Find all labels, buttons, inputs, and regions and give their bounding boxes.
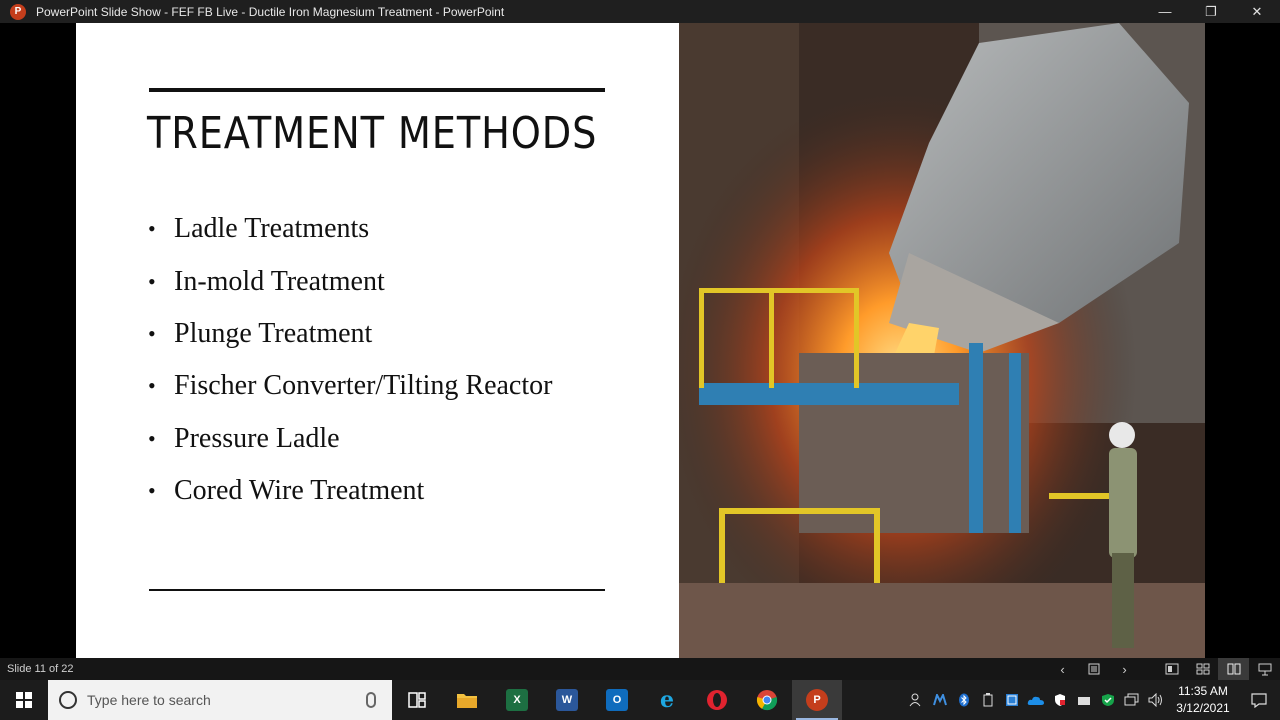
taskbar-clock[interactable]: 11:35 AM 3/12/2021 (1168, 683, 1238, 717)
opera-button[interactable] (692, 680, 742, 720)
internet-explorer-button[interactable]: e (642, 680, 692, 720)
chrome-icon (756, 690, 778, 711)
network-icon[interactable] (1120, 680, 1144, 720)
window-title-bar: P PowerPoint Slide Show - FEF FB Live - … (0, 0, 1280, 23)
bullet-text: In-mold Treatment (174, 265, 385, 297)
slide-canvas[interactable]: TREATMENT METHODS • Ladle Treatments • In-… (76, 23, 1205, 658)
notification-icon (1251, 692, 1267, 708)
close-button[interactable]: ✕ (1234, 0, 1280, 23)
bullet-marker: • (148, 216, 156, 242)
bullet-list: • Ladle Treatments • In-mold Treatment • Pl… (148, 203, 552, 517)
bullet-item: • In-mold Treatment (148, 255, 552, 307)
bullet-item: • Cored Wire Treatment (148, 465, 552, 517)
title-top-rule (149, 88, 605, 92)
foundry-photo-illustration (679, 23, 1205, 658)
word-button[interactable]: W (542, 680, 592, 720)
minimize-button[interactable]: — (1142, 0, 1188, 23)
bullet-text: Ladle Treatments (174, 213, 370, 245)
clock-time: 11:35 AM (1178, 684, 1228, 698)
word-icon: W (556, 689, 578, 711)
normal-view-icon[interactable] (1156, 658, 1187, 680)
people-icon[interactable] (904, 680, 928, 720)
taskbar-search-box[interactable]: Type here to search (48, 680, 392, 720)
bullet-item: • Plunge Treatment (148, 308, 552, 360)
windows-logo-icon (16, 692, 32, 708)
excel-button[interactable]: X (492, 680, 542, 720)
foundry-ladle-photo (679, 23, 1205, 658)
restore-button[interactable]: ❐ (1188, 0, 1234, 23)
next-slide-button[interactable]: › (1109, 658, 1140, 680)
clock-date: 3/12/2021 (1176, 701, 1230, 715)
bullet-marker: • (148, 268, 156, 294)
folder-icon (457, 694, 477, 708)
defender-check-icon[interactable] (1096, 680, 1120, 720)
bullet-text: Cored Wire Treatment (174, 475, 425, 507)
chrome-button[interactable] (742, 680, 792, 720)
bluetooth-icon[interactable] (952, 680, 976, 720)
slide-title: TREATMENT METHODS (147, 108, 598, 159)
powerpoint-app-icon: P (10, 3, 26, 20)
slideshow-view-icon[interactable] (1249, 658, 1280, 680)
system-tray: 11:35 AM 3/12/2021 (904, 680, 1280, 720)
microphone-icon[interactable] (366, 692, 376, 708)
action-center-button[interactable] (1238, 680, 1280, 720)
bullet-marker: • (148, 320, 156, 346)
bullet-text: Pressure Ladle (174, 422, 340, 454)
opera-icon (707, 690, 727, 710)
file-explorer-button[interactable] (442, 680, 492, 720)
onedrive-icon[interactable] (1024, 680, 1048, 720)
cortana-icon (59, 691, 77, 709)
bullet-item: • Ladle Treatments (148, 203, 552, 255)
outlook-icon: O (606, 689, 628, 711)
battery-tray-icon[interactable] (976, 680, 1000, 720)
slide-counter: Slide 11 of 22 (7, 663, 74, 675)
bullet-item: • Pressure Ladle (148, 413, 552, 465)
previous-slide-button[interactable]: ‹ (1047, 658, 1078, 680)
content-bottom-rule (149, 589, 605, 591)
security-shield-icon[interactable] (1048, 680, 1072, 720)
folder-tray-icon[interactable] (1072, 680, 1096, 720)
start-button[interactable] (0, 680, 48, 720)
app-tray-icon[interactable] (1000, 680, 1024, 720)
reading-view-icon[interactable] (1218, 658, 1249, 680)
excel-icon: X (506, 689, 528, 711)
volume-icon[interactable] (1144, 680, 1168, 720)
slide-menu-icon[interactable] (1078, 658, 1109, 680)
bullet-marker: • (148, 425, 156, 451)
outlook-button[interactable]: O (592, 680, 642, 720)
bullet-marker: • (148, 478, 156, 504)
windows-taskbar: Type here to search X W O e P 11:35 AM 3… (0, 680, 1280, 720)
window-controls: — ❐ ✕ (1142, 0, 1280, 23)
internet-explorer-icon: e (660, 687, 674, 713)
slideshow-status-bar: Slide 11 of 22 ‹ › (0, 658, 1280, 680)
slideshow-nav-controls: ‹ › (1047, 658, 1280, 680)
window-title: PowerPoint Slide Show - FEF FB Live - Du… (36, 4, 505, 19)
powerpoint-icon: P (806, 689, 828, 711)
bullet-item: • Fischer Converter/Tilting Reactor (148, 360, 552, 412)
malwarebytes-icon[interactable] (928, 680, 952, 720)
task-view-button[interactable] (392, 680, 442, 720)
powerpoint-taskbar-button[interactable]: P (792, 680, 842, 720)
task-view-icon (408, 692, 426, 708)
bullet-text: Fischer Converter/Tilting Reactor (174, 370, 553, 402)
slide-sorter-icon[interactable] (1187, 658, 1218, 680)
bullet-marker: • (148, 373, 156, 399)
search-placeholder: Type here to search (87, 692, 211, 708)
bullet-text: Plunge Treatment (174, 317, 373, 349)
